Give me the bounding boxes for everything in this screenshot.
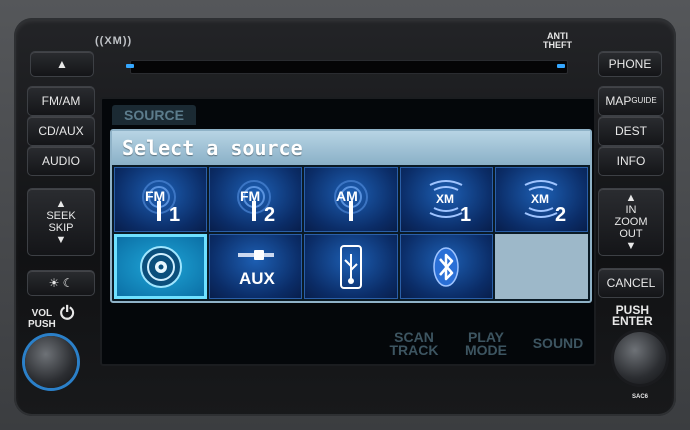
source-usb[interactable] [304, 234, 398, 299]
cd-slot [130, 60, 568, 74]
brightness-button[interactable]: ☀ ☾ [27, 270, 95, 296]
fm-antenna-icon: FM 1 [141, 179, 180, 225]
slot-led-left [126, 64, 134, 68]
svg-text:AUX: AUX [239, 269, 276, 288]
svg-text:FM: FM [240, 188, 260, 204]
source-fm2[interactable]: FM 2 [209, 167, 303, 232]
svg-text:FM: FM [145, 188, 165, 204]
sound-label[interactable]: SOUND [530, 336, 586, 350]
bluetooth-icon [433, 246, 459, 287]
scan-track-label[interactable]: SCAN TRACK [388, 330, 440, 357]
source-xm1[interactable]: XM 1 [399, 167, 493, 232]
up-arrow-icon: ▲ [55, 198, 67, 210]
xm-icon: XM 1 [429, 179, 471, 225]
sun-moon-icon: ☀ ☾ [48, 276, 74, 290]
source-cd[interactable] [114, 234, 208, 299]
xm-icon: XM 2 [524, 179, 567, 225]
push-enter-label: PUSH ENTER [612, 303, 653, 328]
up-arrow-icon: ▲ [625, 192, 637, 204]
fm-antenna-icon: FM 2 [236, 179, 275, 225]
usb-icon [339, 244, 362, 289]
cancel-button[interactable]: CANCEL [598, 268, 664, 298]
xm-logo: ((XM)) [95, 35, 133, 47]
aux-plug-icon: AUX [237, 249, 276, 288]
source-am[interactable]: AM [304, 167, 398, 232]
svg-text:2: 2 [264, 204, 275, 225]
source-xm2[interactable]: XM 2 [494, 167, 588, 232]
volume-knob[interactable] [25, 336, 77, 388]
am-antenna-icon: AM [333, 179, 368, 221]
dest-button[interactable]: DEST [598, 116, 664, 146]
slot-led-right [557, 64, 565, 68]
down-arrow-icon: ▼ [55, 234, 67, 246]
svg-text:1: 1 [169, 204, 180, 225]
fm-am-button[interactable]: FM/AM [27, 86, 95, 116]
nav-screen: SOURCE Select a source FM 1 FM 2 AM XM 1… [100, 97, 596, 366]
anti-theft-label: ANTI THEFT [543, 31, 572, 50]
cd-disc-icon [139, 245, 182, 288]
audio-button[interactable]: AUDIO [27, 146, 95, 176]
source-bluetooth[interactable] [399, 234, 493, 299]
source-fm1[interactable]: FM 1 [114, 167, 208, 232]
cd-aux-button[interactable]: CD/AUX [27, 116, 95, 146]
info-button[interactable]: INFO [598, 146, 664, 176]
power-icon: ⏻ [60, 303, 75, 323]
svg-text:XM: XM [436, 192, 454, 206]
vol-push-label: VOL PUSH [28, 308, 56, 330]
empty-slot [494, 234, 588, 299]
source-aux[interactable]: AUX [209, 234, 303, 299]
down-arrow-icon: ▼ [625, 240, 637, 252]
eject-button[interactable]: ▲ [30, 51, 94, 77]
svg-text:2: 2 [555, 204, 566, 225]
source-grid: FM 1 FM 2 AM XM 1 XM 2 AUX [114, 167, 588, 299]
enter-knob[interactable] [614, 332, 666, 384]
phone-button[interactable]: PHONE [598, 51, 662, 77]
eject-icon: ▲ [56, 57, 68, 71]
bottom-softkeys: SCAN TRACK PLAY MODE SOUND [102, 327, 594, 361]
svg-text:XM: XM [531, 192, 549, 206]
dialog-title: Select a source [112, 131, 590, 165]
model-mark: SAC6 [632, 394, 649, 400]
select-source-dialog: Select a source FM 1 FM 2 AM XM 1 XM 2 A… [110, 129, 592, 303]
svg-text:1: 1 [460, 204, 471, 225]
seek-skip-button[interactable]: ▲ SEEK SKIP ▼ [27, 188, 95, 256]
map-guide-button[interactable]: MAP GUIDE [598, 86, 664, 116]
play-mode-label[interactable]: PLAY MODE [460, 330, 512, 357]
zoom-button[interactable]: ▲ IN ZOOM OUT ▼ [598, 188, 664, 256]
source-tab: SOURCE [112, 105, 196, 125]
svg-text:AM: AM [336, 188, 358, 204]
